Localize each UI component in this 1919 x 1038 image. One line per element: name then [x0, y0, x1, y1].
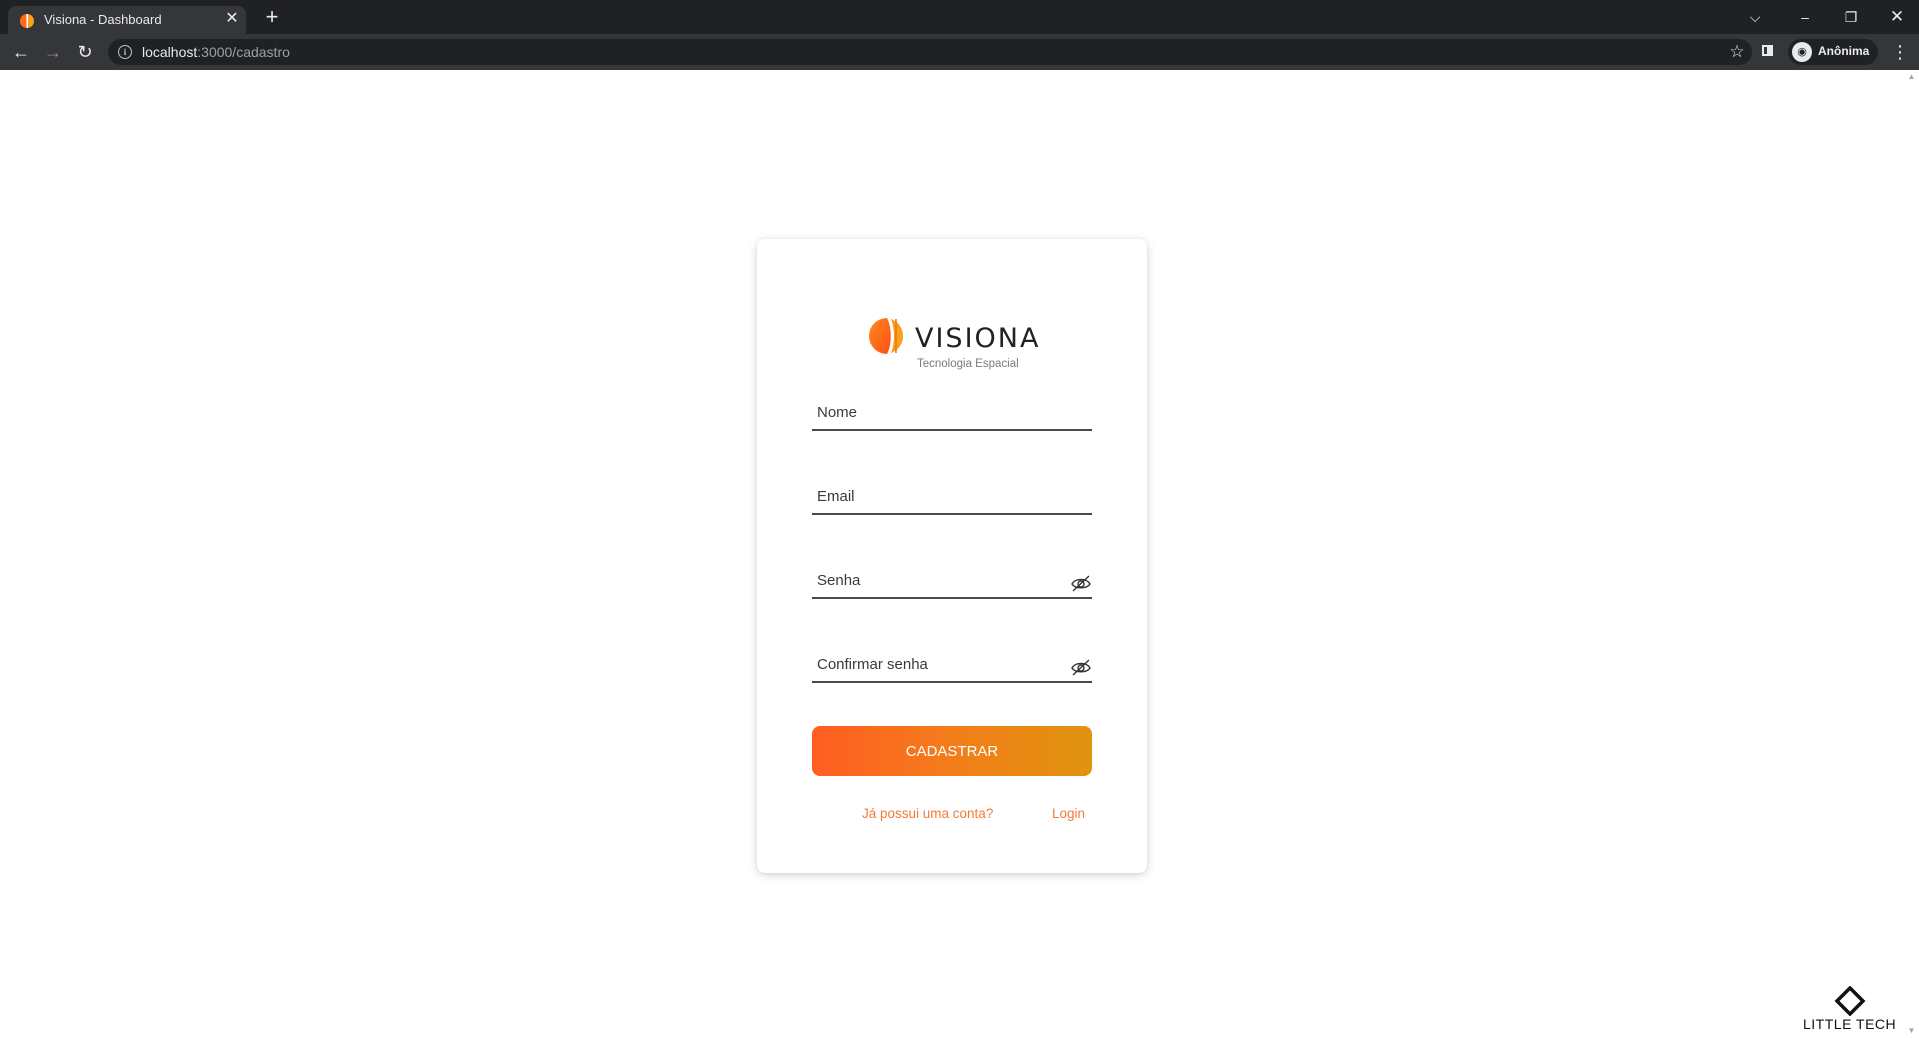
email-field[interactable] — [812, 481, 1092, 515]
tab-title: Visiona - Dashboard — [44, 12, 162, 27]
cadastrar-button[interactable]: CADASTRAR — [812, 726, 1092, 776]
forward-arrow-icon[interactable]: → — [41, 40, 65, 64]
little-tech-logo: LITTLE TECH — [1800, 984, 1900, 1034]
incognito-icon: ◉ — [1792, 42, 1812, 62]
vertical-scrollbar[interactable]: ▲ ▼ — [1904, 70, 1919, 1038]
url-host: localhost — [142, 44, 198, 60]
new-tab-plus-icon[interactable]: + — [260, 6, 284, 30]
close-tab-icon[interactable]: ✕ — [222, 9, 242, 29]
logo-tagline: Tecnologia Espacial — [917, 358, 1019, 370]
visiona-logo: VISIONA Tecnologia Espacial — [867, 315, 1038, 370]
confirm-password-input[interactable] — [812, 649, 1092, 679]
side-panel-icon[interactable] — [1762, 45, 1773, 56]
signup-card: VISIONA Tecnologia Espacial CA — [757, 239, 1147, 873]
name-field[interactable] — [812, 397, 1092, 431]
tab-search-chevron-icon[interactable]: ⌵ — [1740, 4, 1770, 30]
login-link[interactable]: Login — [1052, 806, 1085, 821]
minimize-window-icon[interactable]: – — [1790, 4, 1820, 30]
name-input[interactable] — [812, 397, 1092, 427]
incognito-profile-button[interactable]: ◉ Anônima — [1788, 39, 1878, 65]
back-arrow-icon[interactable]: ← — [9, 40, 33, 64]
url-text[interactable]: localhost:3000/cadastro — [142, 44, 290, 60]
scroll-down-arrow-icon[interactable]: ▼ — [1907, 1026, 1916, 1035]
page-viewport: VISIONA Tecnologia Espacial CA — [0, 70, 1919, 1038]
url-path: :3000/cadastro — [197, 44, 290, 60]
password-input[interactable] — [812, 565, 1092, 595]
eye-slash-icon[interactable] — [1070, 657, 1092, 677]
reload-icon[interactable]: ↻ — [73, 40, 97, 64]
bookmark-star-icon[interactable]: ☆ — [1726, 41, 1748, 63]
browser-toolbar: ← → ↻ i localhost:3000/cadastro ☆ ◉ Anôn… — [0, 34, 1919, 70]
password-field[interactable] — [812, 565, 1092, 599]
close-window-icon[interactable]: ✕ — [1882, 4, 1912, 30]
address-bar[interactable]: i localhost:3000/cadastro ☆ — [108, 39, 1752, 65]
eye-slash-icon[interactable] — [1070, 573, 1092, 593]
browser-tab[interactable]: Visiona - Dashboard ✕ — [8, 6, 246, 34]
scroll-up-arrow-icon[interactable]: ▲ — [1907, 72, 1916, 81]
visiona-logo-mark-icon — [869, 318, 904, 354]
browser-tab-strip: Visiona - Dashboard ✕ + ⌵ – ❐ ✕ — [0, 0, 1919, 34]
email-input[interactable] — [812, 481, 1092, 511]
logo-wordmark: VISIONA — [915, 323, 1041, 354]
little-tech-text: LITTLE TECH — [1803, 1016, 1897, 1032]
browser-menu-icon[interactable]: ⋮ — [1888, 40, 1912, 64]
site-info-icon[interactable]: i — [118, 45, 132, 59]
profile-label: Anônima — [1818, 44, 1870, 58]
restore-window-icon[interactable]: ❐ — [1836, 4, 1866, 30]
has-account-text: Já possui uma conta? — [862, 806, 994, 821]
diamond-icon — [1834, 986, 1866, 1016]
confirm-password-field[interactable] — [812, 649, 1092, 683]
visiona-favicon-icon — [20, 14, 34, 28]
